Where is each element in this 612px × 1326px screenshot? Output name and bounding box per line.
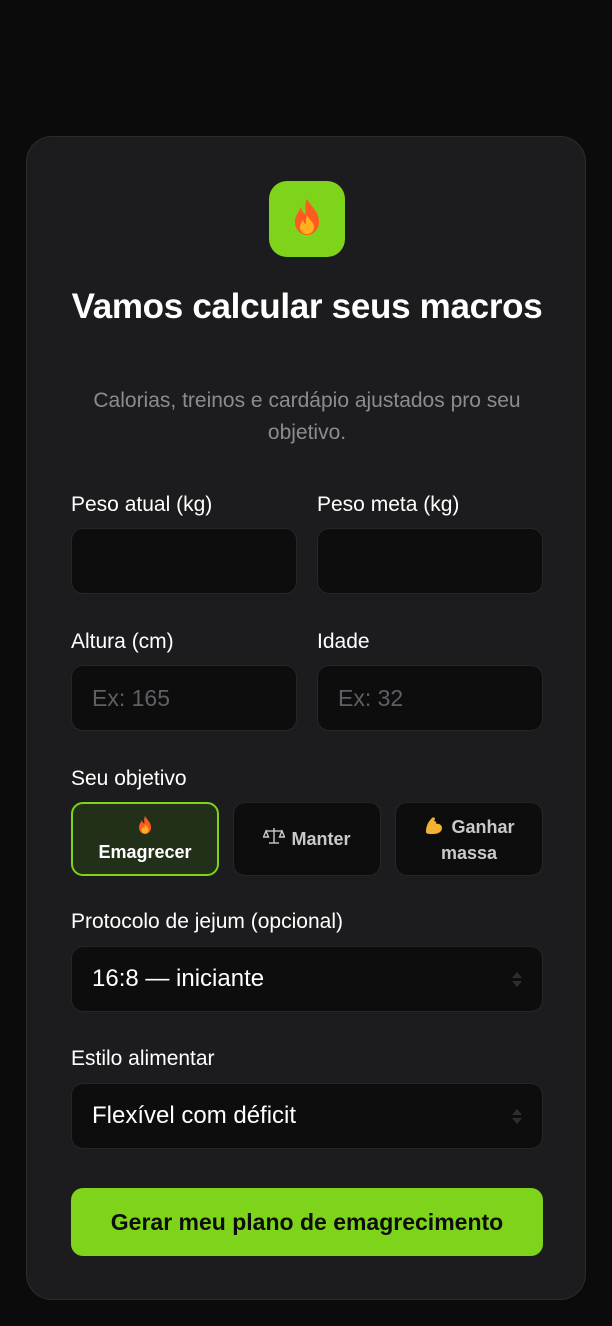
peso-atual-label: Peso atual (kg): [71, 493, 213, 516]
idade-label: Idade: [317, 630, 370, 653]
page-subtitle: Calorias, treinos e cardápio ajustados p…: [93, 389, 521, 444]
goal-option-emagrecer[interactable]: Emagrecer: [71, 802, 219, 876]
goal-option-label-line1: Ganhar: [451, 817, 515, 837]
goal-option-manter[interactable]: Manter: [233, 802, 381, 876]
jejum-select[interactable]: 16:8 — iniciante: [71, 946, 543, 1012]
macro-calculator-card: Vamos calcular seus macros Calorias, tre…: [26, 136, 586, 1300]
fire-icon: [289, 197, 325, 242]
select-chevron-icon: [512, 1108, 522, 1124]
scale-icon: [262, 826, 287, 852]
app-logo: [269, 181, 345, 257]
generate-plan-button[interactable]: Gerar meu plano de emagrecimento: [71, 1188, 543, 1256]
select-chevron-icon: [512, 971, 522, 987]
altura-label: Altura (cm): [71, 630, 174, 653]
page-title: Vamos calcular seus macros: [71, 287, 543, 326]
goal-option-ganhar-massa[interactable]: Ganhar massa: [395, 802, 543, 876]
peso-meta-label: Peso meta (kg): [317, 493, 460, 516]
estilo-label: Estilo alimentar: [71, 1047, 215, 1070]
flexed-biceps-icon: [423, 814, 445, 842]
jejum-select-value: 16:8 — iniciante: [92, 965, 265, 992]
fire-icon: [136, 815, 154, 841]
peso-meta-input[interactable]: [317, 528, 543, 594]
estilo-select[interactable]: Flexível com déficit: [71, 1083, 543, 1149]
goal-option-label: Manter: [291, 828, 351, 849]
altura-input[interactable]: [71, 665, 297, 731]
jejum-label: Protocolo de jejum (opcional): [71, 910, 343, 933]
idade-input[interactable]: [317, 665, 543, 731]
goal-option-label-line2: massa: [440, 842, 498, 863]
estilo-select-value: Flexível com déficit: [92, 1102, 297, 1129]
peso-atual-input[interactable]: [71, 528, 297, 594]
goal-option-label: Emagrecer: [98, 841, 192, 862]
objetivo-label: Seu objetivo: [71, 767, 187, 790]
